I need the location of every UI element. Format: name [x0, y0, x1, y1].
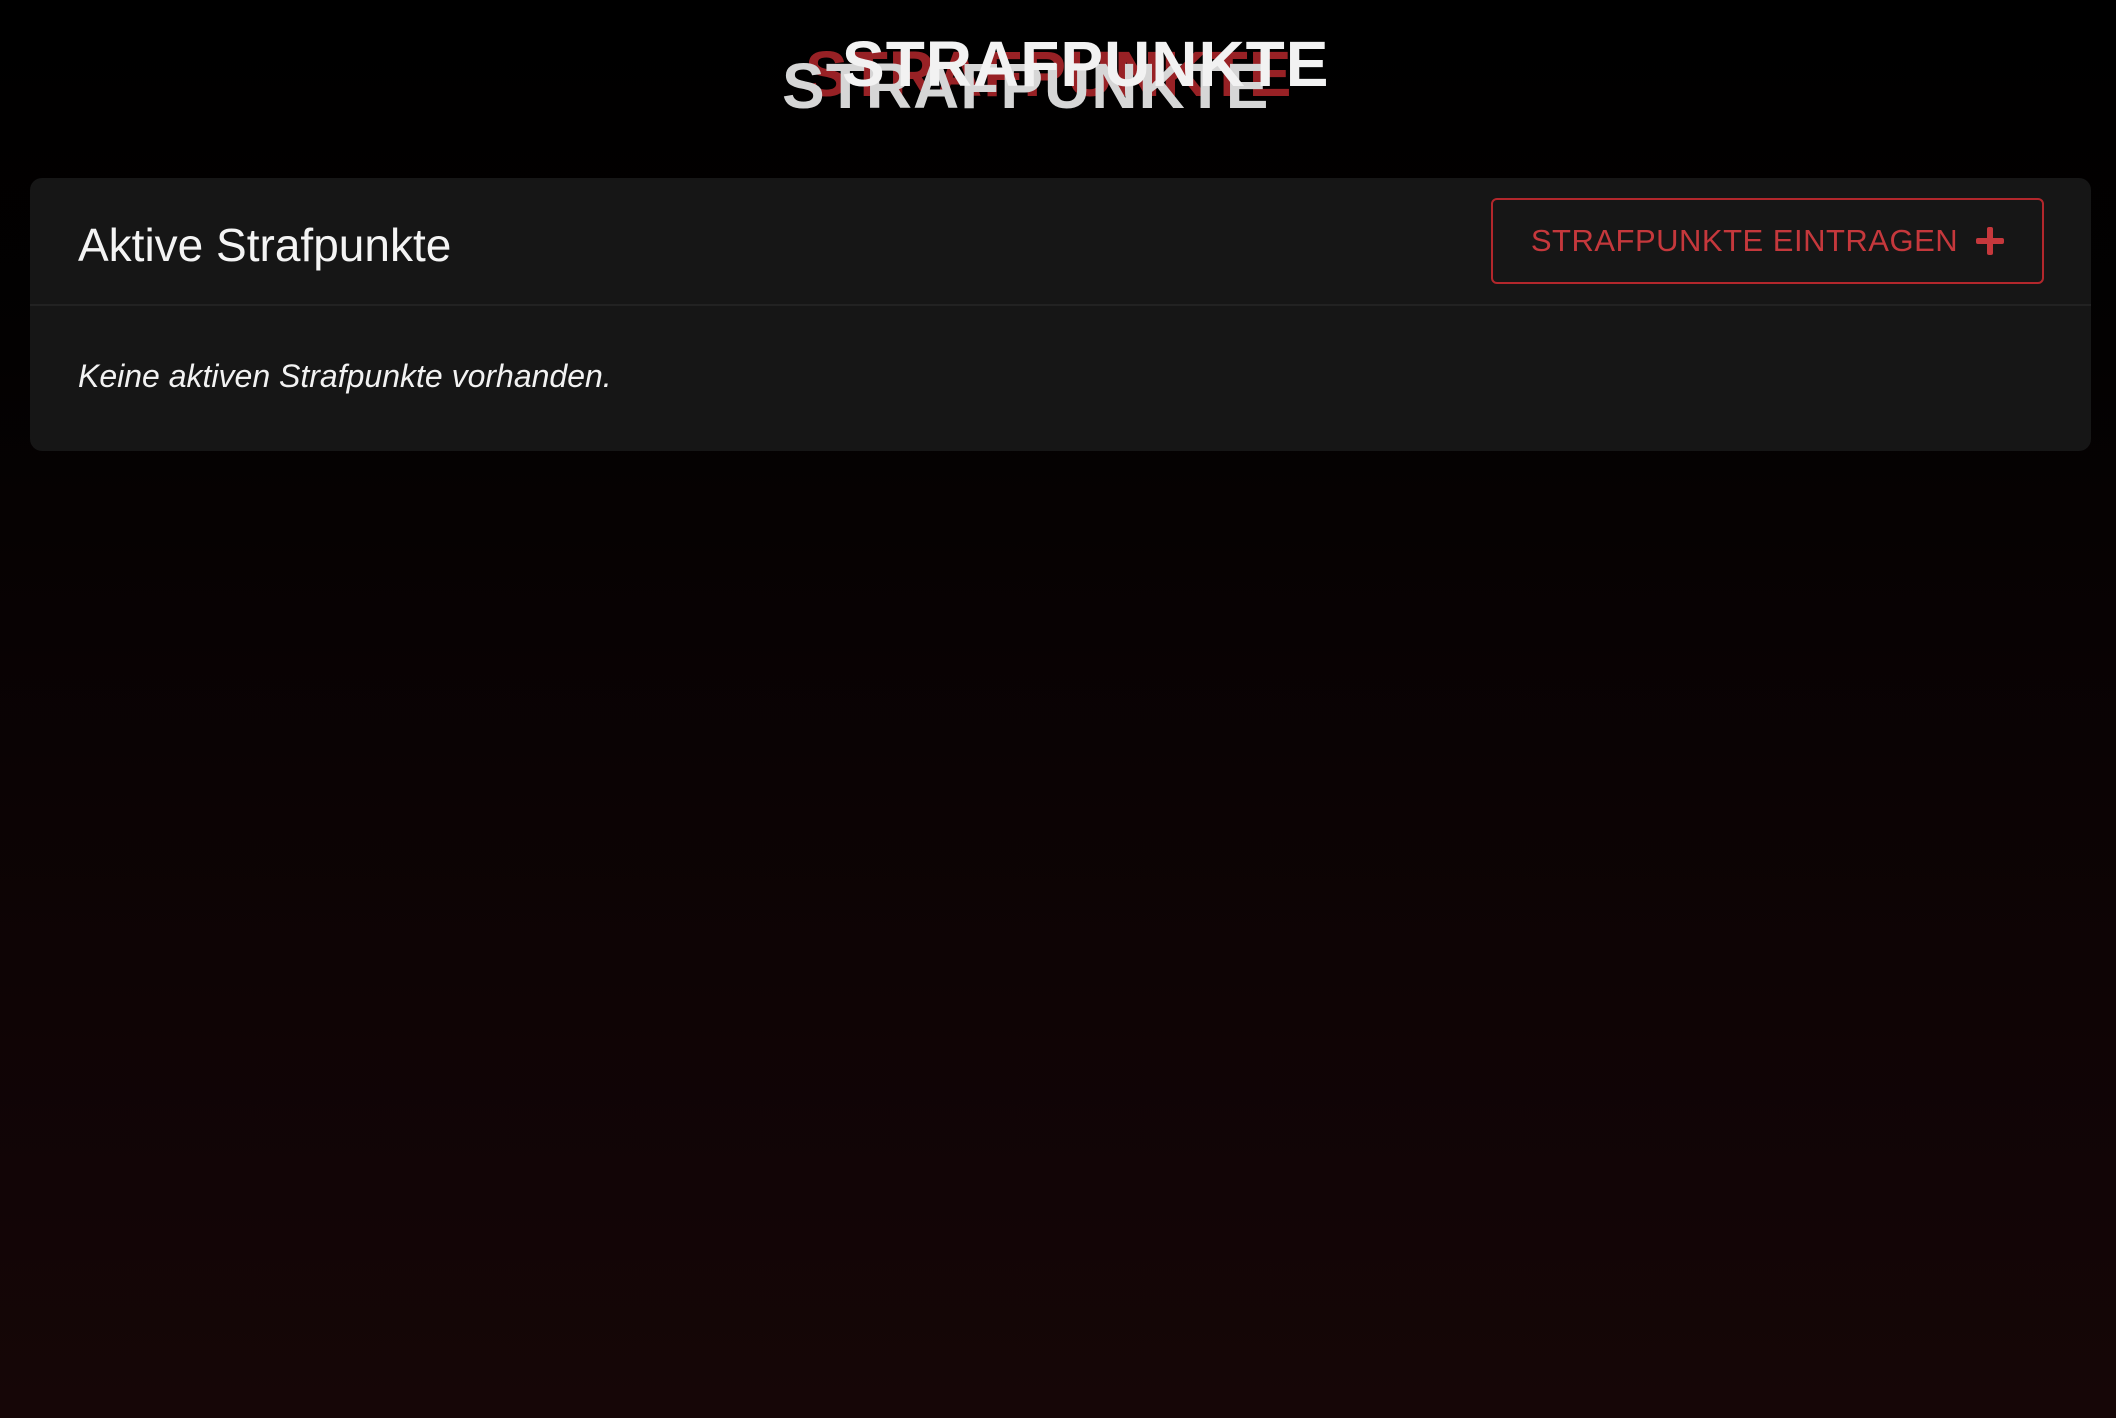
add-penalty-button[interactable]: STRAFPUNKTE EINTRAGEN	[1491, 198, 2044, 284]
page-title: STRAFPUNKTE	[842, 28, 1330, 100]
panel-header: Aktive Strafpunkte STRAFPUNKTE EINTRAGEN	[30, 178, 2091, 306]
panel-title: Aktive Strafpunkte	[78, 219, 452, 271]
active-penalties-panel: Aktive Strafpunkte STRAFPUNKTE EINTRAGEN…	[30, 178, 2091, 451]
empty-state-message: Keine aktiven Strafpunkte vorhanden.	[78, 358, 612, 394]
add-penalty-button-label: STRAFPUNKTE EINTRAGEN	[1530, 223, 1959, 258]
page-header: STRAFPUNKTE STRAFPUNKTE STRAFPUNKTE	[0, 0, 2116, 160]
plus-icon	[1976, 227, 2005, 255]
